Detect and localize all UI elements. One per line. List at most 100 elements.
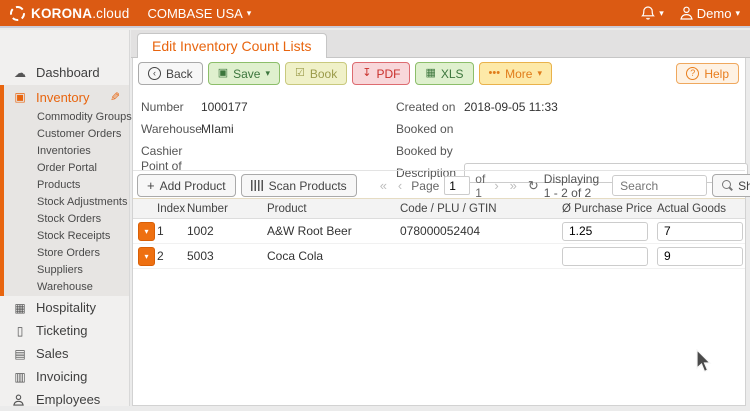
sidebar-item-order-portal[interactable]: Order Portal <box>4 160 129 177</box>
scan-products-label: Scan Products <box>269 179 347 193</box>
user-menu[interactable]: Demo ▾ <box>680 6 740 21</box>
back-icon: ‹ <box>148 67 161 80</box>
xls-button[interactable]: ▦ XLS <box>415 62 473 85</box>
table-row: ▾ 2 5003 Coca Cola <box>133 244 745 269</box>
sidebar-item-commodity-groups[interactable]: Commodity Groups <box>4 109 129 126</box>
page-input[interactable] <box>444 176 470 195</box>
sidebar-item-stock-adjustments[interactable]: Stock Adjustments <box>4 194 129 211</box>
chevron-down-icon: ▾ <box>659 9 664 18</box>
sidebar-item-label: Ticketing <box>36 323 88 338</box>
actual-goods-input[interactable] <box>657 247 743 266</box>
help-icon: ? <box>686 67 699 80</box>
content-card: ‹ Back ▣ Save ▾ ☑ Book ↧ PDF ▦ XLS ••• <box>132 58 746 406</box>
sidebar-item-label: Sales <box>36 346 69 361</box>
chevron-down-icon: ▾ <box>265 69 270 78</box>
save-label: Save <box>233 67 260 81</box>
pdf-button[interactable]: ↧ PDF <box>352 62 410 85</box>
invoicing-icon: ▥ <box>13 370 27 384</box>
help-button[interactable]: ? Help <box>676 63 739 84</box>
scan-products-button[interactable]: Scan Products <box>241 174 357 197</box>
sales-icon: ▤ <box>13 347 27 361</box>
sidebar-item-employees[interactable]: Employees <box>0 388 129 411</box>
book-button[interactable]: ☑ Book <box>285 62 347 85</box>
col-index[interactable]: Index ↑ <box>155 203 185 215</box>
more-label: More <box>505 67 532 81</box>
row-expander-button[interactable]: ▾ <box>138 247 155 266</box>
bell-icon <box>641 6 655 21</box>
sidebar-item-sales[interactable]: ▤ Sales <box>0 342 129 365</box>
show-nominal-goods-button[interactable]: Show Nominal Goods <box>712 174 750 197</box>
col-code[interactable]: Code / PLU / GTIN <box>398 203 560 215</box>
sidebar-item-products[interactable]: Products <box>4 177 129 194</box>
warehouse-value: MIami <box>201 122 234 136</box>
cell-index: 2 <box>155 249 185 263</box>
korona-logo-icon <box>10 6 25 21</box>
download-icon: ↧ <box>362 68 371 79</box>
sidebar-item-label: Invoicing <box>36 369 87 384</box>
search-input[interactable] <box>612 175 707 196</box>
sidebar-item-suppliers[interactable]: Suppliers <box>4 262 129 279</box>
sidebar-item-ticketing[interactable]: ▯ Ticketing <box>0 319 129 342</box>
grid-icon: ▦ <box>425 68 435 79</box>
dashboard-icon: ☁ <box>13 66 27 80</box>
sidebar-item-dashboard[interactable]: ☁ Dashboard <box>0 61 129 84</box>
xls-label: XLS <box>441 67 464 81</box>
refresh-icon[interactable]: ↻ <box>528 178 539 194</box>
prev-page-button[interactable]: ‹ <box>394 178 406 193</box>
sidebar-item-label: Inventory <box>36 90 89 105</box>
sidebar-item-label: Employees <box>36 392 100 407</box>
hospitality-icon: ▦ <box>13 301 27 315</box>
more-button[interactable]: ••• More ▾ <box>479 62 552 85</box>
sidebar-item-stock-orders[interactable]: Stock Orders <box>4 211 129 228</box>
col-number[interactable]: Number <box>185 203 265 215</box>
back-label: Back <box>166 67 193 81</box>
col-actual-goods[interactable]: Actual Goods <box>655 203 745 215</box>
pencil-icon[interactable]: ✎ <box>110 90 120 104</box>
pdf-label: PDF <box>376 67 400 81</box>
inventory-icon: ▣ <box>13 90 27 104</box>
top-bar: KORONA.cloud COMBASE USA ▾ ▾ Demo ▾ <box>0 0 750 28</box>
table-header: Index ↑ Number Product Code / PLU / GTIN… <box>133 198 745 219</box>
cell-product: Coca Cola <box>265 249 398 263</box>
chevron-down-icon: ▾ <box>735 9 740 18</box>
cell-number: 1002 <box>185 224 265 238</box>
sidebar-item-inventories[interactable]: Inventories <box>4 143 129 160</box>
cell-product: A&W Root Beer <box>265 224 398 238</box>
col-purchase-price[interactable]: Ø Purchase Price <box>560 203 655 215</box>
displaying-count: Displaying 1 - 2 of 2 <box>544 172 599 200</box>
add-product-button[interactable]: + Add Product <box>137 174 236 197</box>
last-page-button[interactable]: » <box>506 178 521 193</box>
tab-edit-inventory-count-lists[interactable]: Edit Inventory Count Lists <box>137 33 327 59</box>
table-row: ▾ 1 1002 A&W Root Beer 078000052404 <box>133 219 745 244</box>
sidebar-item-hospitality[interactable]: ▦ Hospitality <box>0 296 129 319</box>
purchase-price-input[interactable] <box>562 247 648 266</box>
sidebar-item-label: Hospitality <box>36 300 96 315</box>
sidebar-item-customer-orders[interactable]: Customer Orders <box>4 126 129 143</box>
sidebar-item-invoicing[interactable]: ▥ Invoicing <box>0 365 129 388</box>
created-on-label: Created on <box>396 100 458 114</box>
brand-logo[interactable]: KORONA.cloud <box>31 6 129 21</box>
col-product[interactable]: Product <box>265 203 398 215</box>
sidebar-item-warehouse[interactable]: Warehouse <box>4 279 129 296</box>
purchase-price-input[interactable] <box>562 222 648 241</box>
back-button[interactable]: ‹ Back <box>138 62 203 85</box>
book-icon: ☑ <box>295 68 305 79</box>
sidebar-item-store-orders[interactable]: Store Orders <box>4 245 129 262</box>
number-value: 1000177 <box>201 100 248 114</box>
search-icon <box>722 180 733 191</box>
first-page-button[interactable]: « <box>376 178 391 193</box>
actual-goods-input[interactable] <box>657 222 743 241</box>
row-expander-button[interactable]: ▾ <box>138 222 155 241</box>
table-body: ▾ 1 1002 A&W Root Beer 078000052404 ▾ 2 … <box>133 219 745 269</box>
next-page-button[interactable]: › <box>490 178 502 193</box>
ticketing-icon: ▯ <box>13 324 27 338</box>
save-button[interactable]: ▣ Save ▾ <box>208 62 280 85</box>
notifications-menu[interactable]: ▾ <box>641 6 664 21</box>
toolbar: ‹ Back ▣ Save ▾ ☑ Book ↧ PDF ▦ XLS ••• <box>138 62 552 85</box>
plus-icon: + <box>147 179 155 192</box>
sidebar-item-stock-receipts[interactable]: Stock Receipts <box>4 228 129 245</box>
page-of-label: of 1 <box>475 172 485 200</box>
sidebar-item-inventory[interactable]: ▣ Inventory ✎ <box>4 85 129 109</box>
sidebar-group-inventory: ▣ Inventory ✎ Commodity Groups Customer … <box>0 85 129 296</box>
company-menu[interactable]: COMBASE USA ▾ <box>147 6 251 21</box>
